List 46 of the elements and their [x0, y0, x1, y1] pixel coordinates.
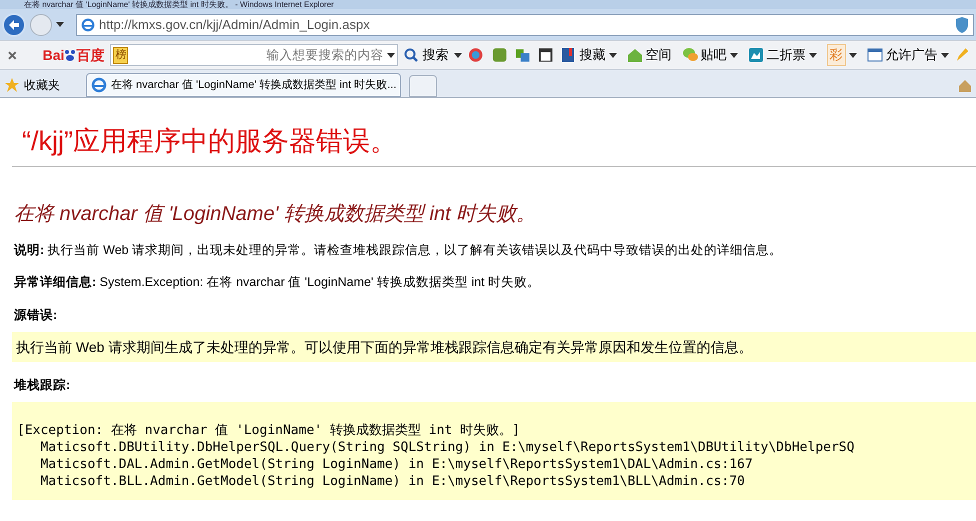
- caret-icon[interactable]: [56, 22, 64, 27]
- stack-trace-line: Maticsoft.DBUtility.DbHelperSQL.Query(String SQLString) in E:\myself\ReportsSystem1\DBUtility\DbHelperSQ: [39, 439, 856, 456]
- source-error-box: 执行当前 Web 请求期间生成了未处理的异常。可以使用下面的异常堆栈跟踪信息确定有关异常原因和发生位置的信息。: [12, 332, 976, 362]
- stack-trace-line: Maticsoft.DAL.Admin.GetModel(String LoginName) in E:\myself\ReportsSystem1\DAL\Admin.cs:167: [39, 456, 754, 473]
- error-detail-text: 异常详细信息: System.Exception: 在将 nvarchar 值 'LoginName' 转换成数据类型 int 时失败。: [14, 274, 542, 290]
- error-detail-text: 说明: 执行当前 Web 请求期间，出现未处理的异常。请检查堆栈跟踪信息，以了解有关该错误以及代码中导致错误的出处的详细信息。: [14, 242, 784, 258]
- search-field[interactable]: 榜 输入想要搜索的内容: [110, 44, 398, 66]
- caret-icon[interactable]: [940, 52, 949, 58]
- caret-icon[interactable]: [848, 52, 857, 58]
- back-arrow-icon: [8, 18, 20, 30]
- toolbar-item-icon: [626, 47, 643, 63]
- rank-badge[interactable]: 榜: [113, 46, 128, 64]
- shield-icon: [955, 16, 969, 32]
- caret-icon[interactable]: [730, 52, 738, 58]
- toolbar-item-icon: [748, 47, 764, 63]
- toolbar-item-label[interactable]: 贴吧: [700, 45, 727, 65]
- browser-page-icon: [81, 18, 95, 32]
- browser-tab[interactable]: 在将 nvarchar 值 'LoginName' 转换成数据类型 int 时失败...: [86, 73, 402, 97]
- toolbar-item-label[interactable]: 允许广告: [886, 45, 938, 65]
- baidu-logo: Bai 百度: [42, 46, 104, 64]
- toolbar-item-label[interactable]: 搜藏: [580, 45, 606, 65]
- browser-page-icon: [91, 77, 107, 93]
- caret-icon[interactable]: [454, 52, 462, 58]
- caret-icon[interactable]: [387, 52, 396, 58]
- star-icon[interactable]: [4, 77, 20, 93]
- window-title: 在将 nvarchar 值 'LoginName' 转换成数据类型 int 时失败。 - Windows Internet Explorer: [24, 0, 334, 9]
- toolbar-item-icon: [866, 47, 883, 63]
- toolbar-item-label[interactable]: 二折票: [766, 45, 806, 65]
- address-bar[interactable]: http://kmxs.gov.cn/kjj/Admin/Admin_Login.aspx: [76, 14, 974, 36]
- error-title: 在将 nvarchar 值 'LoginName' 转换成数据类型 int 时失败。: [14, 202, 538, 226]
- caret-icon[interactable]: [608, 52, 617, 58]
- favorites-button[interactable]: 收藏夹: [24, 76, 60, 94]
- stack-trace-line: Maticsoft.BLL.Admin.GetModel(String LoginName) in E:\myself\ReportsSystem1\BLL\Admin.cs:70: [39, 473, 746, 490]
- search-icon: [404, 48, 418, 62]
- stack-trace-line: [Exception: 在将 nvarchar 值 'LoginName' 转换成数据类型 int 时失败。]: [17, 422, 521, 439]
- page-heading: “/kjj”应用程序中的服务器错误。: [22, 126, 398, 156]
- toolbar-icons-drawing[interactable]: [468, 47, 555, 63]
- close-icon[interactable]: [8, 50, 17, 60]
- toolbar-item-icon: [560, 47, 577, 63]
- section-label: 源错误:: [14, 307, 58, 323]
- toolbar-item-label[interactable]: 空间: [646, 45, 672, 65]
- toolbar-item-icon: [682, 47, 698, 63]
- search-button[interactable]: 搜索: [404, 45, 448, 65]
- back-button[interactable]: [2, 12, 26, 36]
- section-label: 堆栈跟踪:: [14, 377, 72, 393]
- caret-icon[interactable]: [808, 52, 817, 58]
